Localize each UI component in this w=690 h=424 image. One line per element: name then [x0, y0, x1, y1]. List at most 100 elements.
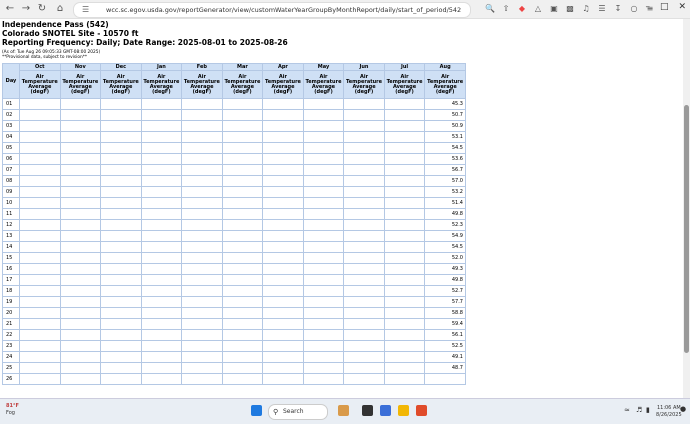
value-cell-feb	[181, 274, 223, 286]
value-cell-feb	[181, 351, 223, 363]
month-header-nov: Nov	[59, 63, 102, 71]
column-header-air-temp-aug[interactable]: Air Temperature Average (degF)	[424, 70, 466, 99]
notification-icon[interactable]: ●	[680, 405, 686, 413]
address-bar[interactable]: ☰ wcc.sc.egov.usda.gov/reportGenerator/v…	[73, 2, 471, 18]
value-cell-feb	[181, 175, 223, 187]
search-icon: ⚲	[273, 408, 279, 416]
value-cell-oct	[19, 362, 61, 374]
value-cell-oct	[19, 296, 61, 308]
volume-icon[interactable]: ♬	[636, 406, 642, 414]
table-row: 07 56.7	[2, 164, 466, 176]
table-row: 03 50.9	[2, 120, 466, 132]
day-cell: 09	[2, 186, 20, 198]
value-cell-nov	[59, 285, 102, 297]
downloads-icon[interactable]: ↧	[613, 3, 623, 14]
game-app-icon[interactable]	[338, 405, 349, 416]
value-cell-nov	[59, 307, 102, 319]
day-cell: 02	[2, 109, 20, 121]
wifi-icon[interactable]: ≈	[624, 406, 630, 414]
value-cell-apr	[262, 373, 304, 385]
value-cell-jun	[343, 120, 385, 132]
value-cell-mar	[221, 109, 264, 121]
close-icon[interactable]: ✕	[678, 2, 686, 12]
value-cell-aug: 54.5	[424, 241, 466, 253]
profile-icon[interactable]: ○	[629, 3, 639, 14]
reload-icon[interactable]: ↻	[36, 3, 48, 15]
home-icon[interactable]: ⌂	[54, 3, 66, 15]
value-cell-aug: 53.2	[424, 186, 466, 198]
share-icon[interactable]: ⇧	[501, 3, 511, 14]
value-cell-apr	[262, 340, 304, 352]
site-info-icon[interactable]: ☰	[82, 4, 89, 16]
brave-shield-icon[interactable]: ◆	[517, 3, 527, 14]
extensions-icon[interactable]: ▩	[565, 3, 575, 14]
value-cell-mar	[221, 230, 264, 242]
value-cell-jan	[140, 164, 183, 176]
battery-icon[interactable]: ▮	[646, 406, 650, 414]
value-cell-jun	[343, 285, 385, 297]
table-row: 12 52.3	[2, 219, 466, 231]
scrollbar-thumb[interactable]	[684, 105, 689, 353]
reading-list-icon[interactable]: ☰	[597, 3, 607, 14]
value-cell-jul	[383, 164, 426, 176]
back-icon[interactable]: ←	[4, 3, 16, 15]
month-header-mar: Mar	[221, 63, 264, 71]
value-cell-jun	[343, 274, 385, 286]
value-cell-mar	[221, 175, 264, 187]
task-view-icon[interactable]	[362, 405, 373, 416]
maximize-icon[interactable]: □	[660, 2, 669, 12]
table-row: 19 57.7	[2, 296, 466, 308]
column-header-air-temp-dec[interactable]: Air Temperature Average (degF)	[100, 70, 142, 99]
value-cell-nov	[59, 208, 102, 220]
column-header-text: (degF)	[354, 88, 374, 95]
column-header-air-temp-mar[interactable]: Air Temperature Average (degF)	[221, 70, 264, 99]
value-cell-jan	[140, 197, 183, 209]
value-cell-jan	[140, 296, 183, 308]
value-cell-may	[302, 131, 345, 143]
value-cell-mar	[221, 263, 264, 275]
clock[interactable]: 11:06 AM 8/26/2025	[656, 405, 682, 419]
column-header-air-temp-jan[interactable]: Air Temperature Average (degF)	[140, 70, 183, 99]
value-cell-aug	[424, 373, 466, 385]
day-cell: 21	[2, 318, 20, 330]
value-cell-jan	[140, 307, 183, 319]
media-icon[interactable]: ♫	[581, 3, 591, 14]
weather-widget[interactable]: 81°F Fog	[6, 403, 19, 417]
rewards-icon[interactable]: △	[533, 3, 543, 14]
scrollbar[interactable]	[683, 19, 690, 398]
wallet-icon[interactable]: ▣	[549, 3, 559, 14]
month-header-jul: Jul	[383, 63, 426, 71]
data-table: Day Oct Nov Dec Jan Feb Mar Apr May Jun Jul Aug Ai…	[2, 63, 466, 385]
value-cell-dec	[100, 274, 142, 286]
column-header-air-temp-may[interactable]: Air Temperature Average (degF)	[302, 70, 345, 99]
value-cell-jul	[383, 340, 426, 352]
column-header-air-temp-oct[interactable]: Air Temperature Average (degF)	[19, 70, 61, 99]
brave-browser-icon[interactable]	[416, 405, 427, 416]
store-icon[interactable]	[380, 405, 391, 416]
table-row: 05 54.5	[2, 142, 466, 154]
value-cell-jun	[343, 98, 385, 110]
column-header-air-temp-apr[interactable]: Air Temperature Average (degF)	[262, 70, 304, 99]
value-cell-mar	[221, 340, 264, 352]
taskbar-search[interactable]: ⚲ Search	[268, 404, 328, 420]
value-cell-feb	[181, 241, 223, 253]
day-cell: 03	[2, 120, 20, 132]
column-header-air-temp-jun[interactable]: Air Temperature Average (degF)	[343, 70, 385, 99]
day-cell: 22	[2, 329, 20, 341]
value-cell-mar	[221, 307, 264, 319]
minimize-icon[interactable]: –	[645, 2, 650, 12]
value-cell-may	[302, 164, 345, 176]
column-header-air-temp-jul[interactable]: Air Temperature Average (degF)	[383, 70, 426, 99]
zoom-icon[interactable]: 🔍	[485, 3, 495, 14]
value-cell-jul	[383, 252, 426, 264]
month-header-row: Day Oct Nov Dec Jan Feb Mar Apr May Jun Jul Aug	[2, 63, 466, 99]
value-cell-jul	[383, 241, 426, 253]
column-header-air-temp-nov[interactable]: Air Temperature Average (degF)	[59, 70, 102, 99]
column-header-air-temp-feb[interactable]: Air Temperature Average (degF)	[181, 70, 223, 99]
column-header-text: (degF)	[395, 88, 414, 95]
windows-start-icon[interactable]	[251, 405, 262, 416]
file-explorer-icon[interactable]	[398, 405, 409, 416]
value-cell-jun	[343, 153, 385, 165]
forward-icon[interactable]: →	[20, 3, 32, 15]
value-cell-oct	[19, 274, 61, 286]
